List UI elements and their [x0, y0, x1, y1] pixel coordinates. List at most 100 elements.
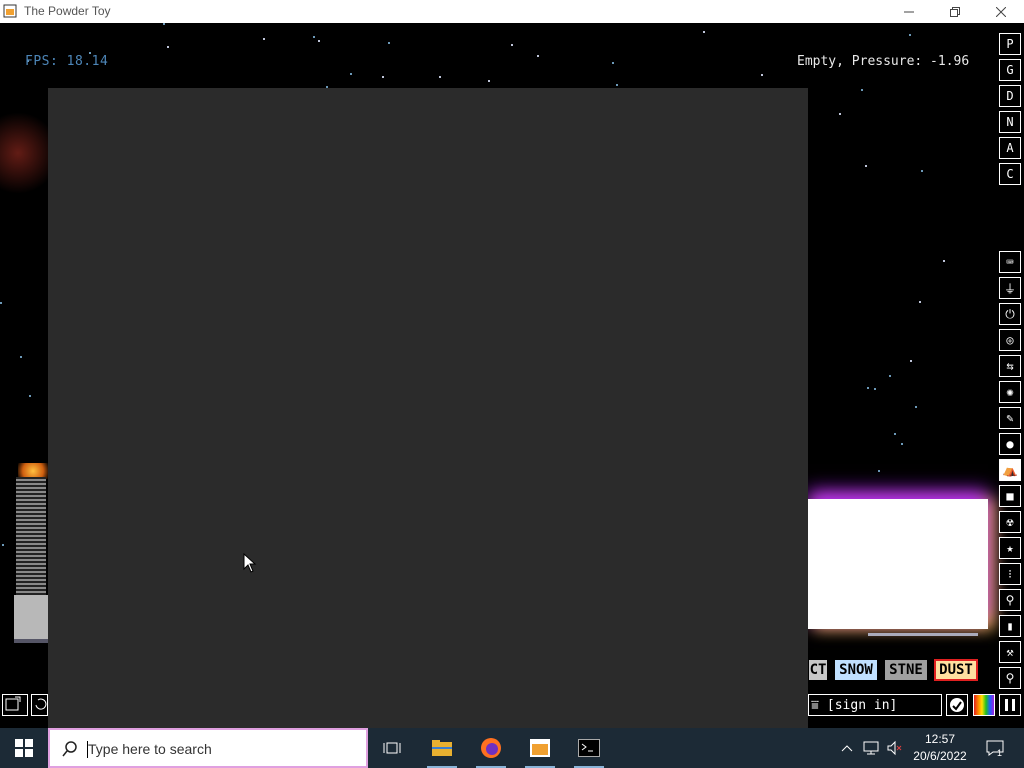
pressure-gauge-icon: ◎ [1006, 333, 1014, 347]
category-bookmark[interactable]: ▮ [999, 615, 1021, 637]
category-bulb[interactable]: ⚲ [999, 589, 1021, 611]
mouse-cursor [243, 553, 257, 573]
terminal-icon [578, 739, 600, 757]
element-label: DUST [939, 662, 973, 678]
file-explorer-button[interactable] [418, 728, 466, 768]
sidebar-button-label: D [1006, 89, 1014, 103]
star [313, 36, 315, 38]
sidebar-button-p[interactable]: P [999, 33, 1021, 55]
app-icon [3, 4, 17, 18]
element-stne[interactable]: STNE [884, 659, 928, 681]
category-brush[interactable]: ✎ [999, 407, 1021, 429]
powder-toy-button[interactable] [516, 728, 564, 768]
close-icon [996, 6, 1006, 17]
brush-icon: ✎ [1006, 411, 1014, 425]
category-plug[interactable]: ⏚ [999, 277, 1021, 299]
clock-time: 12:57 [924, 732, 956, 746]
notifications-button[interactable]: 1 [980, 728, 1010, 768]
category-dots[interactable]: ⁝ [999, 563, 1021, 585]
sidebar-button-label: C [1006, 167, 1014, 181]
clock-date: 20/6/2022 [913, 749, 967, 763]
network-icon [863, 741, 879, 755]
show-hidden-icons-button[interactable] [838, 728, 856, 768]
sign-in-label: [sign in] [826, 697, 898, 713]
element-ct[interactable]: CT [808, 659, 828, 681]
sidebar-button-g[interactable]: G [999, 59, 1021, 81]
minimize-button[interactable] [886, 0, 932, 23]
user-icon: ⩸ [811, 697, 819, 713]
render-options-button[interactable] [973, 694, 995, 716]
star [20, 356, 22, 358]
category-keyboard[interactable]: ⌨ [999, 251, 1021, 273]
transfer-icon: ⇆ [1006, 359, 1014, 373]
sidebar-button-d[interactable]: D [999, 85, 1021, 107]
open-save-button[interactable] [2, 694, 28, 716]
taskbar: Type here to search 12:57 20/6/2022 1 [0, 728, 1024, 768]
category-drop[interactable]: ● [999, 433, 1021, 455]
category-pressure-gauge[interactable]: ◎ [999, 329, 1021, 351]
chevron-up-icon [841, 745, 853, 752]
sidebar-button-c[interactable]: C [999, 163, 1021, 185]
start-button[interactable] [0, 728, 48, 768]
square-icon: ■ [1006, 489, 1014, 503]
element-label: CT [809, 662, 827, 678]
close-button[interactable] [978, 0, 1024, 23]
category-tent[interactable]: ⛺ [999, 459, 1021, 481]
star [921, 170, 923, 172]
simulation-canvas[interactable]: FPS: 18.14 Empty, Pressure: -1.96 CT SNOW… [0, 23, 1024, 728]
category-explosive[interactable]: ✺ [999, 381, 1021, 403]
star [889, 375, 891, 377]
volume-muted-icon [887, 740, 902, 756]
powder-toy-icon [530, 739, 550, 757]
star [861, 89, 863, 91]
sidebar-button-label: A [1006, 141, 1014, 155]
network-button[interactable] [860, 728, 882, 768]
category-star[interactable]: ★ [999, 537, 1021, 559]
search-box[interactable]: Type here to search [48, 728, 368, 768]
notification-count: 1 [997, 748, 1003, 758]
star [761, 74, 763, 76]
star [537, 55, 539, 57]
firefox-button[interactable] [467, 728, 515, 768]
category-magnifier[interactable]: ⚲ [999, 667, 1021, 689]
glowing-material [808, 485, 993, 645]
star [382, 76, 384, 78]
reload-button[interactable] [31, 694, 48, 716]
pause-button[interactable] [999, 694, 1021, 716]
terminal-button[interactable] [565, 728, 613, 768]
category-radiation[interactable]: ☢ [999, 511, 1021, 533]
sidebar-button-label: P [1006, 37, 1014, 51]
tent-icon: ⛺ [1002, 463, 1018, 477]
bulb-icon: ⚲ [1005, 593, 1015, 607]
volume-button[interactable] [884, 728, 906, 768]
display-mode-button[interactable] [946, 694, 968, 716]
restore-button[interactable] [932, 0, 978, 23]
pause-icon [1005, 699, 1015, 711]
star [703, 31, 705, 33]
task-view-button[interactable] [368, 728, 416, 768]
star [612, 62, 614, 64]
category-wrench[interactable]: ⚒ [999, 641, 1021, 663]
star [488, 80, 490, 82]
star [874, 388, 876, 390]
sidebar-button-a[interactable]: A [999, 137, 1021, 159]
sign-in-button[interactable]: ⩸ [sign in] [808, 694, 942, 716]
star [865, 165, 867, 167]
clock[interactable]: 12:57 20/6/2022 [905, 731, 975, 765]
keyboard-icon: ⌨ [1006, 255, 1014, 269]
element-snow[interactable]: SNOW [834, 659, 878, 681]
category-transfer[interactable]: ⇆ [999, 355, 1021, 377]
power-icon: ⏻ [1005, 306, 1015, 321]
category-power[interactable]: ⏻ [999, 303, 1021, 325]
firefox-icon [481, 738, 501, 758]
explosive-icon: ✺ [1006, 385, 1014, 399]
search-icon [62, 741, 77, 757]
category-square[interactable]: ■ [999, 485, 1021, 507]
star [839, 113, 841, 115]
sidebar-button-n[interactable]: N [999, 111, 1021, 133]
drop-icon: ● [1006, 437, 1014, 451]
star [915, 406, 917, 408]
element-dust[interactable]: DUST [934, 659, 978, 681]
window-title: The Powder Toy [24, 4, 111, 18]
star [867, 387, 869, 389]
